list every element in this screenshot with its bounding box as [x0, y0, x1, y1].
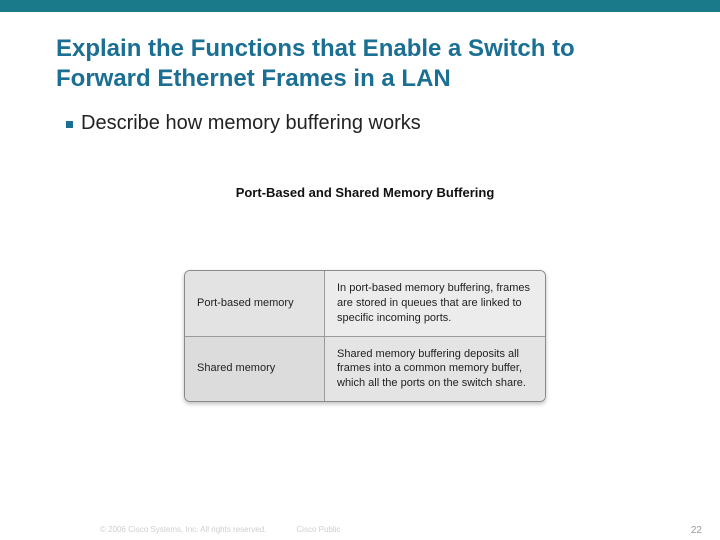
- row-label: Port-based memory: [185, 271, 325, 336]
- bullet-marker: [66, 121, 73, 128]
- row-label: Shared memory: [185, 336, 325, 402]
- row-desc: In port-based memory buffering, frames a…: [325, 271, 545, 336]
- footer: © 2006 Cisco Systems, Inc. All rights re…: [0, 518, 720, 540]
- bullet-item: Describe how memory buffering works: [66, 112, 674, 135]
- table-row: Port-based memory In port-based memory b…: [185, 271, 545, 336]
- buffering-table: Port-based memory In port-based memory b…: [184, 270, 546, 402]
- top-accent-bar: [0, 0, 720, 12]
- footer-copyright: © 2006 Cisco Systems, Inc. All rights re…: [100, 525, 266, 534]
- slide-content: Explain the Functions that Enable a Swit…: [0, 12, 720, 407]
- table-row: Shared memory Shared memory buffering de…: [185, 336, 545, 402]
- figure-title: Port-Based and Shared Memory Buffering: [56, 185, 674, 200]
- page-number: 22: [691, 525, 702, 536]
- footer-label: Cisco Public: [296, 525, 340, 534]
- row-desc: Shared memory buffering deposits all fra…: [325, 336, 545, 402]
- slide-title: Explain the Functions that Enable a Swit…: [56, 34, 674, 94]
- figure-area: Port-Based and Shared Memory Buffering P…: [56, 185, 674, 407]
- bullet-text: Describe how memory buffering works: [81, 112, 421, 135]
